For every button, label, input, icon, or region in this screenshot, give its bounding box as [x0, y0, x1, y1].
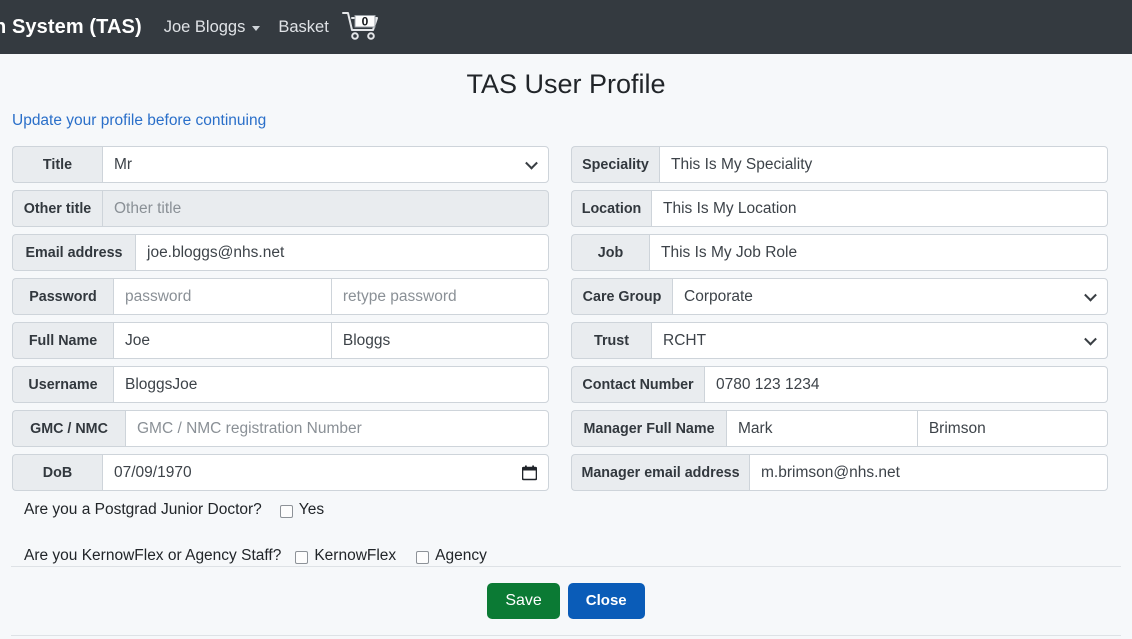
postgrad-yes-checkbox[interactable]: [279, 504, 293, 518]
label-manager-email: Manager email address: [571, 454, 749, 492]
basket-link[interactable]: Basket: [278, 18, 328, 37]
label-care-group: Care Group: [571, 278, 672, 316]
care-group-select[interactable]: Corporate: [672, 278, 1108, 316]
label-username: Username: [12, 366, 113, 404]
title-value: Mr: [114, 155, 133, 173]
page-subtitle: Update your profile before continuing: [12, 112, 267, 130]
field-row-trust: Trust RCHT: [571, 322, 1108, 360]
save-button[interactable]: Save: [487, 582, 560, 620]
form-column-left: Title Mr Other title Other title Email a…: [12, 146, 549, 565]
basket-label: Basket: [278, 17, 329, 36]
footer-divider-bottom: [11, 635, 1121, 636]
care-group-value: Corporate: [684, 287, 753, 305]
trust-select[interactable]: RCHT: [651, 322, 1108, 360]
chevron-down-icon: [525, 156, 538, 170]
basket-count: 0: [361, 15, 368, 29]
shopping-cart-icon: 0: [341, 12, 378, 40]
app-brand[interactable]: n System (TAS): [0, 16, 142, 39]
field-row-title: Title Mr: [12, 146, 549, 184]
label-manager-full-name: Manager Full Name: [571, 410, 726, 448]
field-row-full-name: Full Name Joe Bloggs: [12, 322, 549, 360]
chevron-down-icon: [1084, 288, 1097, 302]
user-menu-label: Joe Bloggs: [163, 17, 246, 36]
footer-button-bar: Save Close: [0, 567, 1132, 635]
basket-cart-button[interactable]: 0: [341, 10, 383, 44]
staff-type-question-row: Are you KernowFlex or Agency Staff? Kern…: [12, 547, 549, 565]
agency-group: Agency: [416, 547, 487, 565]
other-title-input[interactable]: Other title: [102, 190, 549, 228]
close-button[interactable]: Close: [567, 583, 645, 619]
speciality-input[interactable]: This Is My Speciality: [659, 146, 1108, 184]
dob-date-input[interactable]: 07/09/1970: [102, 454, 549, 492]
calendar-icon[interactable]: [522, 465, 537, 481]
label-job: Job: [571, 234, 649, 272]
form-footer: Save Close: [0, 566, 1132, 639]
agency-checkbox[interactable]: [416, 550, 430, 564]
postgrad-yes-label: Yes: [298, 501, 325, 519]
label-location: Location: [571, 190, 651, 228]
gmc-nmc-input[interactable]: GMC / NMC registration Number: [125, 410, 549, 448]
label-speciality: Speciality: [571, 146, 659, 184]
field-row-email: Email address joe.bloggs@nhs.net: [12, 234, 549, 272]
label-contact-number: Contact Number: [571, 366, 704, 404]
title-select[interactable]: Mr: [102, 146, 549, 184]
trust-value: RCHT: [663, 331, 707, 349]
agency-label: Agency: [435, 547, 487, 565]
postgrad-question-row: Are you a Postgrad Junior Doctor? Yes: [12, 501, 549, 519]
field-row-other-title: Other title Other title: [12, 190, 549, 228]
last-name-input[interactable]: Bloggs: [330, 322, 549, 360]
field-row-contact-number: Contact Number 0780 123 1234: [571, 366, 1108, 404]
chevron-down-icon: [252, 25, 261, 31]
kernowflex-group: KernowFlex: [295, 547, 396, 565]
manager-last-name-input[interactable]: Brimson: [916, 410, 1108, 448]
username-input[interactable]: BloggsJoe: [113, 366, 549, 404]
label-gmc-nmc: GMC / NMC: [12, 410, 125, 448]
field-row-location: Location This Is My Location: [571, 190, 1108, 228]
location-input[interactable]: This Is My Location: [651, 190, 1108, 228]
label-other-title: Other title: [12, 190, 102, 228]
postgrad-yes-group: Yes: [279, 501, 325, 519]
manager-email-input[interactable]: m.brimson@nhs.net: [749, 454, 1108, 492]
field-row-manager-full-name: Manager Full Name Mark Brimson: [571, 410, 1108, 448]
label-dob: DoB: [12, 454, 102, 492]
label-trust: Trust: [571, 322, 651, 360]
field-row-dob: DoB 07/09/1970: [12, 454, 549, 492]
label-password: Password: [12, 278, 113, 316]
retype-password-input[interactable]: retype password: [330, 278, 549, 316]
form-column-right: Speciality This Is My Speciality Locatio…: [571, 146, 1108, 565]
label-full-name: Full Name: [12, 322, 113, 360]
job-input[interactable]: This Is My Job Role: [649, 234, 1108, 272]
label-title: Title: [12, 146, 102, 184]
field-row-manager-email: Manager email address m.brimson@nhs.net: [571, 454, 1108, 492]
kernowflex-label: KernowFlex: [314, 547, 397, 565]
dob-value: 07/09/1970: [114, 463, 192, 481]
postgrad-question-label: Are you a Postgrad Junior Doctor?: [24, 501, 262, 519]
email-address-input[interactable]: joe.bloggs@nhs.net: [135, 234, 549, 272]
user-menu-dropdown[interactable]: Joe Bloggs: [164, 18, 261, 37]
label-email-address: Email address: [12, 234, 135, 272]
chevron-down-icon: [1084, 332, 1097, 346]
profile-form: Title Mr Other title Other title Email a…: [0, 130, 1132, 565]
staff-type-question-label: Are you KernowFlex or Agency Staff?: [24, 547, 282, 565]
field-row-care-group: Care Group Corporate: [571, 278, 1108, 316]
manager-first-name-input[interactable]: Mark: [726, 410, 917, 448]
contact-number-input[interactable]: 0780 123 1234: [704, 366, 1108, 404]
field-row-username: Username BloggsJoe: [12, 366, 549, 404]
field-row-job: Job This Is My Job Role: [571, 234, 1108, 272]
kernowflex-checkbox[interactable]: [295, 550, 309, 564]
field-row-gmc-nmc: GMC / NMC GMC / NMC registration Number: [12, 410, 549, 448]
password-input[interactable]: password: [113, 278, 331, 316]
field-row-speciality: Speciality This Is My Speciality: [571, 146, 1108, 184]
field-row-password: Password password retype password: [12, 278, 549, 316]
page-title: TAS User Profile: [466, 69, 666, 99]
top-navbar: n System (TAS) Joe Bloggs Basket 0: [0, 0, 1132, 54]
first-name-input[interactable]: Joe: [113, 322, 331, 360]
navbar-links: Joe Bloggs Basket: [164, 18, 329, 37]
